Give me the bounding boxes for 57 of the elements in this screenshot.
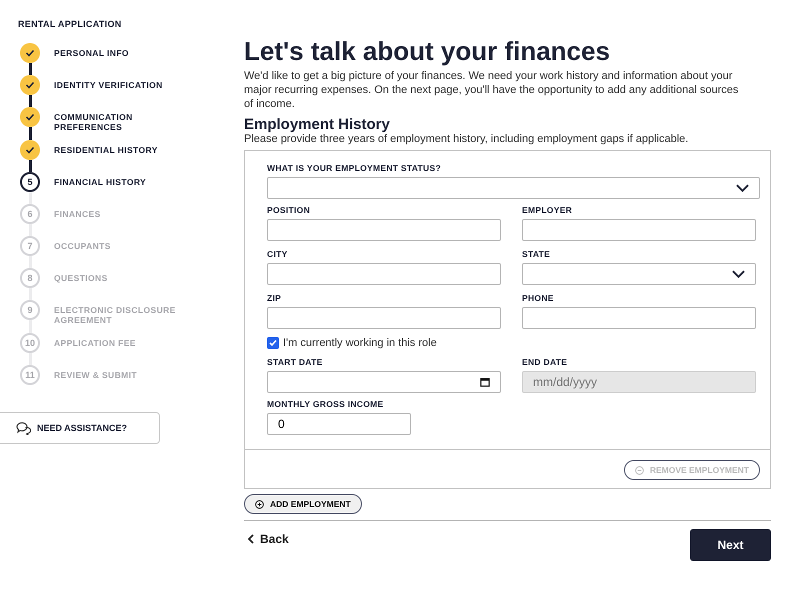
- input-field[interactable]: [522, 219, 756, 241]
- step-label: FINANCES: [54, 209, 102, 221]
- checkbox[interactable]: [267, 337, 279, 349]
- field-label: POSITION: [267, 205, 312, 215]
- step-label: RESIDENTIAL HISTORY: [54, 145, 159, 157]
- section-title: Employment History: [244, 116, 391, 133]
- step-label: COMMUNICATION PREFERENCES: [54, 112, 134, 134]
- field-label: MONTHLY GROSS INCOME: [267, 399, 385, 409]
- field-label: CITY: [267, 249, 289, 259]
- step-label: IDENTITY VERIFICATION: [54, 80, 164, 92]
- intro-text: We'd like to get a big picture of your finances. We need your work history and information about your major recurring expenses. On the next page, you'll have the opportunity to add any additional sources of income.: [244, 69, 740, 111]
- select-field[interactable]: [267, 177, 760, 199]
- step-label: PERSONAL INFO: [54, 48, 130, 60]
- field-label: EMPLOYER: [522, 205, 574, 215]
- step-number: 10: [20, 333, 40, 353]
- input-field[interactable]: [267, 263, 501, 285]
- step-label: ELECTRONIC DISCLOSURE AGREEMENT: [54, 305, 177, 327]
- current-role-checkbox[interactable]: I'm currently working in this role: [267, 337, 760, 349]
- chat-bubbles-icon: [15, 421, 31, 435]
- input-field[interactable]: [522, 307, 756, 329]
- page-title: Let's talk about your finances: [244, 36, 611, 66]
- need-assistance-button[interactable]: NEED ASSISTANCE?: [0, 412, 160, 444]
- input-field[interactable]: [267, 219, 501, 241]
- step-label: REVIEW & SUBMIT: [54, 370, 138, 382]
- field-label: STATE: [522, 249, 552, 259]
- step-number: 9: [20, 300, 40, 320]
- chevron-left-icon: [248, 534, 254, 544]
- step-label: APPLICATION FEE: [54, 338, 137, 350]
- check-icon: [268, 338, 278, 348]
- sidebar-title: RENTAL APPLICATION: [18, 19, 123, 29]
- select-field[interactable]: [522, 263, 756, 285]
- step-number: 11: [20, 365, 40, 385]
- input-field[interactable]: [267, 307, 501, 329]
- step-number: 6: [20, 204, 40, 224]
- chevron-down-icon: [736, 184, 749, 192]
- field-label: WHAT IS YOUR EMPLOYMENT STATUS?: [267, 163, 442, 173]
- field-label: PHONE: [522, 293, 555, 303]
- step-number: 5: [20, 172, 40, 192]
- field-label: END DATE: [522, 357, 568, 367]
- minus-circle-icon: [634, 466, 644, 474]
- plus-circle-icon: [255, 500, 264, 508]
- back-link[interactable]: Back: [244, 529, 293, 549]
- field-label: START DATE: [267, 357, 324, 367]
- step-label: FINANCIAL HISTORY: [54, 177, 148, 189]
- step-number: 7: [20, 236, 40, 256]
- calendar-icon: [480, 377, 490, 387]
- step-label: OCCUPANTS: [54, 241, 112, 253]
- chevron-down-icon: [732, 270, 745, 278]
- checkbox-label: I'm currently working in this role: [283, 337, 437, 349]
- income-field[interactable]: 0: [267, 413, 411, 435]
- step-label: QUESTIONS: [54, 273, 109, 285]
- field-label: ZIP: [267, 293, 282, 303]
- next-button[interactable]: Next: [690, 529, 771, 561]
- add-employment-button[interactable]: ADD EMPLOYMENT: [244, 494, 362, 514]
- date-field[interactable]: [267, 371, 501, 393]
- section-note: Please provide three years of employment history, including employment gaps if applicable.: [244, 133, 690, 146]
- step-number: 8: [20, 268, 40, 288]
